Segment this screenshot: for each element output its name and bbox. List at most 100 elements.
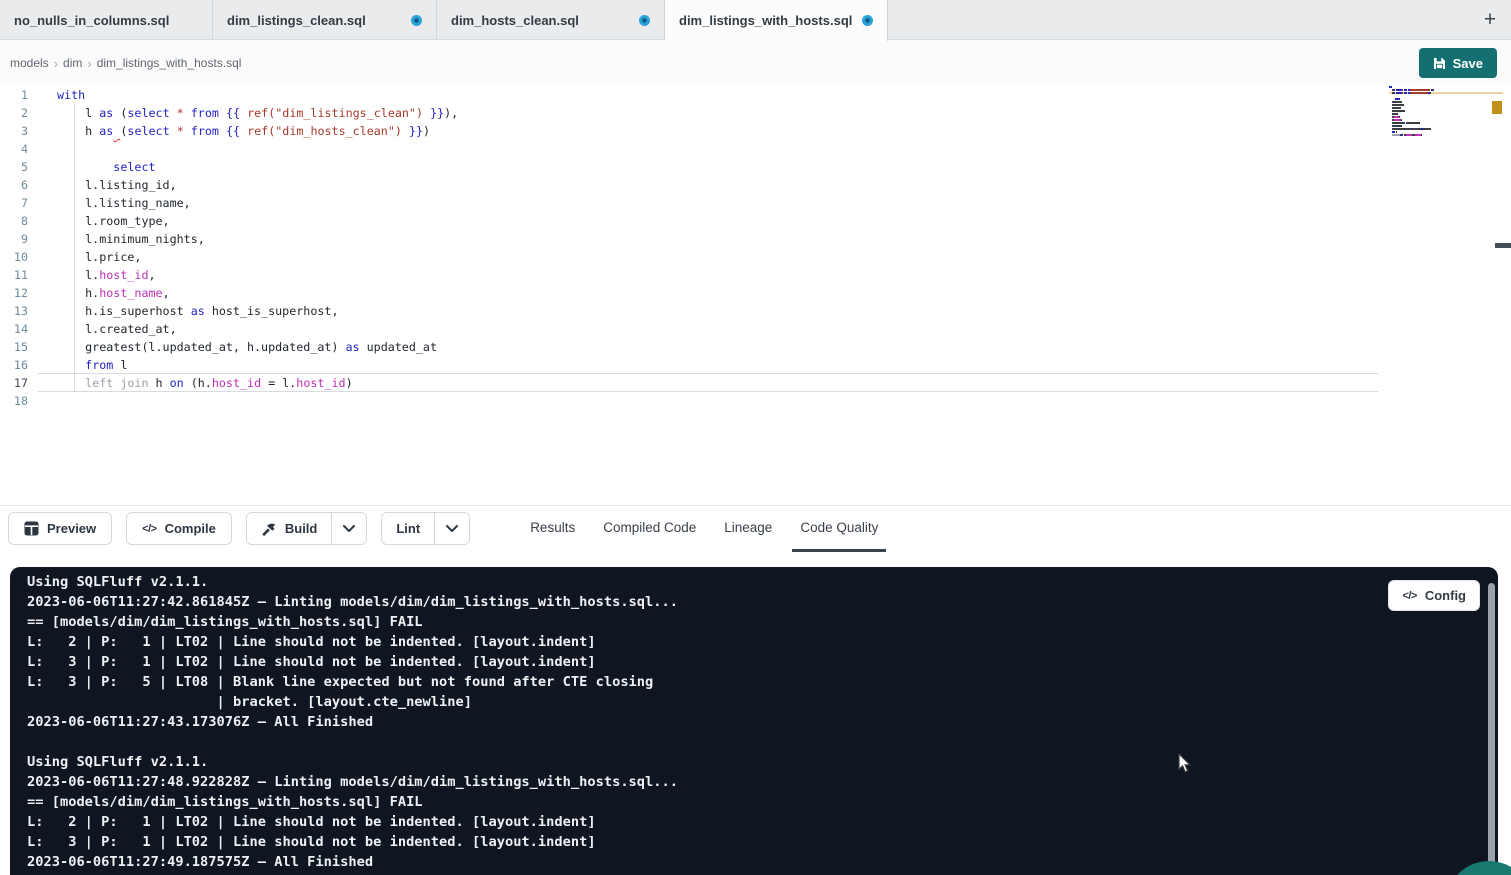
tab-no-nulls-in-columns[interactable]: no_nulls_in_columns.sql bbox=[0, 0, 213, 40]
tab-compiled-code[interactable]: Compiled Code bbox=[595, 506, 704, 552]
chevron-down-icon bbox=[446, 525, 458, 532]
minimap-line bbox=[1389, 137, 1463, 139]
terminal-scrollbar[interactable] bbox=[1488, 583, 1495, 875]
terminal-line: == [models/dim/dim_listings_with_hosts.s… bbox=[27, 612, 1498, 632]
minimap-line bbox=[1389, 107, 1463, 109]
line-number: 8 bbox=[0, 212, 28, 230]
code-line[interactable]: 15 greatest(l.updated_at, h.updated_at) … bbox=[0, 338, 458, 356]
save-button[interactable]: Save bbox=[1419, 48, 1497, 78]
terminal-line: L: 3 | P: 1 | LT02 | Line should not be … bbox=[27, 652, 1498, 672]
terminal-line: == [models/dim/dim_listings_with_hosts.s… bbox=[27, 792, 1498, 812]
code-line[interactable]: 9 l.minimum_nights, bbox=[0, 230, 458, 248]
line-number: 6 bbox=[0, 176, 28, 194]
line-number: 9 bbox=[0, 230, 28, 248]
breadcrumb-item-file[interactable]: dim_listings_with_hosts.sql bbox=[97, 56, 242, 70]
chevron-right-icon: › bbox=[54, 56, 58, 71]
line-number: 5 bbox=[0, 158, 28, 176]
terminal-line: 2023-06-06T11:27:49.187575Z — All Finish… bbox=[27, 852, 1498, 872]
compile-button[interactable]: </> Compile bbox=[126, 512, 232, 545]
terminal-line: | bracket. [layout.cte_newline] bbox=[27, 692, 1498, 712]
line-number: 7 bbox=[0, 194, 28, 212]
line-number: 3 bbox=[0, 122, 28, 140]
compile-button-label: Compile bbox=[165, 521, 216, 536]
build-dropdown-button[interactable] bbox=[331, 513, 366, 544]
line-number: 14 bbox=[0, 320, 28, 338]
preview-button[interactable]: Preview bbox=[8, 512, 112, 545]
minimap[interactable] bbox=[1389, 86, 1463, 140]
lint-button-label: Lint bbox=[396, 521, 420, 536]
line-number: 18 bbox=[0, 392, 28, 410]
config-button-label: Config bbox=[1425, 588, 1466, 603]
modified-dot-icon bbox=[639, 15, 650, 26]
code-line[interactable]: 16 from l bbox=[0, 356, 458, 374]
minimap-line bbox=[1389, 104, 1463, 106]
tab-label: no_nulls_in_columns.sql bbox=[14, 13, 169, 28]
tab-bar: no_nulls_in_columns.sql dim_listings_cle… bbox=[0, 0, 1511, 40]
terminal-line: L: 2 | P: 1 | LT02 | Line should not be … bbox=[27, 812, 1498, 832]
minimap-line bbox=[1389, 113, 1463, 115]
add-tab-button[interactable]: + bbox=[1477, 7, 1503, 33]
code-line[interactable]: 5 select bbox=[0, 158, 458, 176]
line-number: 12 bbox=[0, 284, 28, 302]
code-line[interactable]: 13 h.is_superhost as host_is_superhost, bbox=[0, 302, 458, 320]
config-button[interactable]: </> Config bbox=[1388, 580, 1480, 611]
code-icon: </> bbox=[1402, 590, 1416, 602]
code-line[interactable]: 2 l as (select * from {{ ref("dim_listin… bbox=[0, 104, 458, 122]
terminal-line: L: 2 | P: 1 | LT02 | Line should not be … bbox=[27, 632, 1498, 652]
terminal-line: 2023-06-06T11:27:42.861845Z — Linting mo… bbox=[27, 592, 1498, 612]
terminal-line bbox=[27, 732, 1498, 752]
floppy-icon bbox=[1433, 57, 1446, 70]
terminal-panel[interactable]: Using SQLFluff v2.1.1.2023-06-06T11:27:4… bbox=[10, 567, 1498, 875]
line-number: 17 bbox=[0, 374, 28, 392]
panel-tabs: Results Compiled Code Lineage Code Quali… bbox=[522, 506, 886, 552]
lint-dropdown-button[interactable] bbox=[434, 513, 469, 544]
terminal-line: 2023-06-06T11:27:43.173076Z — All Finish… bbox=[27, 712, 1498, 732]
line-number: 11 bbox=[0, 266, 28, 284]
code-line[interactable]: 10 l.price, bbox=[0, 248, 458, 266]
terminal-line: Using SQLFluff v2.1.1. bbox=[27, 752, 1498, 772]
code-line[interactable]: 1with bbox=[0, 86, 458, 104]
code-line[interactable]: 6 l.listing_id, bbox=[0, 176, 458, 194]
terminal-line: 2023-06-06T11:27:48.922828Z — Linting mo… bbox=[27, 772, 1498, 792]
code-line[interactable]: 14 l.created_at, bbox=[0, 320, 458, 338]
breadcrumb: models › dim › dim_listings_with_hosts.s… bbox=[0, 41, 1511, 85]
tab-results[interactable]: Results bbox=[522, 506, 583, 552]
mouse-cursor bbox=[1178, 753, 1194, 775]
build-button-label: Build bbox=[285, 521, 318, 536]
lint-button[interactable]: Lint bbox=[382, 513, 434, 544]
code-line[interactable]: 7 l.listing_name, bbox=[0, 194, 458, 212]
code-line[interactable]: 4 bbox=[0, 140, 458, 158]
terminal-line: L: 3 | P: 1 | LT02 | Line should not be … bbox=[27, 832, 1498, 852]
line-number: 1 bbox=[0, 86, 28, 104]
code-line[interactable]: 8 l.room_type, bbox=[0, 212, 458, 230]
build-button[interactable]: Build bbox=[247, 513, 332, 544]
tab-label: dim_hosts_clean.sql bbox=[451, 13, 579, 28]
minimap-line bbox=[1389, 89, 1463, 91]
breadcrumb-item-models[interactable]: models bbox=[10, 56, 49, 70]
code-line[interactable]: 18 bbox=[0, 392, 458, 410]
tab-label: dim_listings_clean.sql bbox=[227, 13, 366, 28]
minimap-line bbox=[1389, 116, 1463, 118]
chevron-down-icon bbox=[343, 525, 355, 532]
lint-warning-marker bbox=[1492, 101, 1502, 114]
tab-dim-listings-with-hosts[interactable]: dim_listings_with_hosts.sql bbox=[665, 0, 888, 41]
tab-code-quality[interactable]: Code Quality bbox=[792, 506, 886, 552]
tab-dim-hosts-clean[interactable]: dim_hosts_clean.sql bbox=[437, 0, 665, 40]
code-editor[interactable]: 1with2 l as (select * from {{ ref("dim_l… bbox=[0, 85, 1511, 505]
minimap-line bbox=[1389, 101, 1463, 103]
code-icon: </> bbox=[142, 523, 156, 535]
modified-dot-icon bbox=[411, 15, 422, 26]
minimap-line bbox=[1389, 128, 1463, 130]
code-line[interactable]: 12 h.host_name, bbox=[0, 284, 458, 302]
action-toolbar: Preview </> Compile Build Lint Res bbox=[0, 505, 1511, 551]
breadcrumb-item-dim[interactable]: dim bbox=[63, 56, 82, 70]
line-number: 2 bbox=[0, 104, 28, 122]
code-line[interactable]: 3 h as (select * from {{ ref("dim_hosts_… bbox=[0, 122, 458, 140]
code-line[interactable]: 11 l.host_id, bbox=[0, 266, 458, 284]
tab-lineage[interactable]: Lineage bbox=[716, 506, 780, 552]
code-line[interactable]: 17 left join h on (h.host_id = l.host_id… bbox=[0, 374, 458, 392]
scroll-position-marker[interactable] bbox=[1495, 243, 1511, 248]
minimap-line bbox=[1389, 92, 1503, 94]
save-button-label: Save bbox=[1453, 56, 1483, 71]
tab-dim-listings-clean[interactable]: dim_listings_clean.sql bbox=[213, 0, 437, 40]
